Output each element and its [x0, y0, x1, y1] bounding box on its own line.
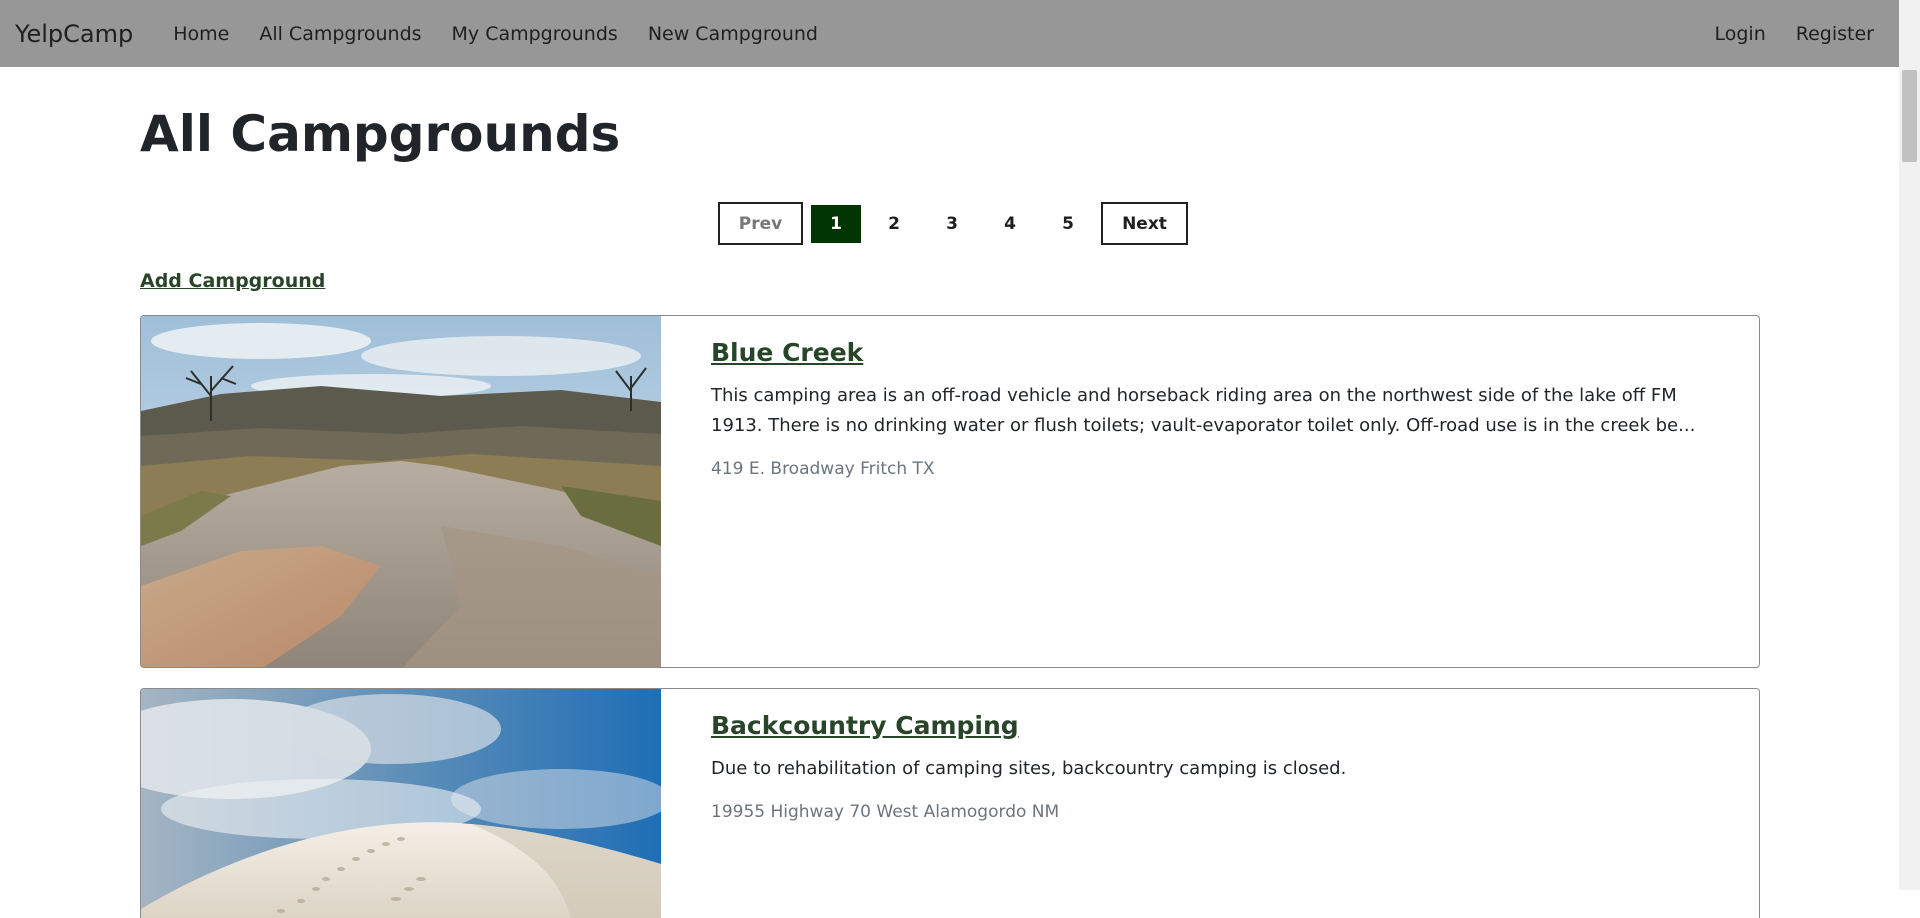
- page-title: All Campgrounds: [140, 105, 621, 163]
- main-content: All Campgrounds Prev 1 2 3 4 5 Next Add …: [140, 67, 1760, 918]
- add-campground-link[interactable]: Add Campground: [140, 270, 325, 292]
- campground-image-creek: [141, 316, 661, 667]
- nav-link-register[interactable]: Register: [1796, 23, 1874, 45]
- brand-logo[interactable]: YelpCamp: [15, 20, 133, 48]
- scrollbar-thumb[interactable]: [1902, 70, 1917, 162]
- pagination-page-2[interactable]: 2: [869, 204, 919, 243]
- campground-location: 19955 Highway 70 West Alamogordo NM: [711, 802, 1060, 822]
- nav-link-new-campground[interactable]: New Campground: [648, 23, 818, 45]
- campground-image-dune: [141, 689, 661, 918]
- campground-title-link[interactable]: Backcountry Camping: [711, 711, 1709, 740]
- campground-card-body: Backcountry Camping Due to rehabilitatio…: [661, 689, 1759, 918]
- campground-description: This camping area is an off-road vehicle…: [711, 385, 1696, 436]
- pagination-prev-button[interactable]: Prev: [718, 202, 803, 245]
- nav-link-all-campgrounds[interactable]: All Campgrounds: [259, 23, 421, 45]
- pagination: Prev 1 2 3 4 5 Next: [718, 202, 1188, 245]
- campground-location: 419 E. Broadway Fritch TX: [711, 459, 935, 479]
- campground-card: Backcountry Camping Due to rehabilitatio…: [140, 688, 1760, 918]
- top-navbar: YelpCamp Home All Campgrounds My Campgro…: [0, 0, 1899, 67]
- nav-link-home[interactable]: Home: [173, 23, 229, 45]
- campground-description: Due to rehabilitation of camping sites, …: [711, 758, 1347, 779]
- nav-link-login[interactable]: Login: [1715, 23, 1766, 45]
- nav-links: Home All Campgrounds My Campgrounds New …: [173, 23, 818, 45]
- nav-link-my-campgrounds[interactable]: My Campgrounds: [452, 23, 618, 45]
- pagination-page-1[interactable]: 1: [811, 204, 861, 243]
- page-scrollbar[interactable]: [1899, 0, 1920, 890]
- pagination-page-4[interactable]: 4: [985, 204, 1035, 243]
- pagination-page-5[interactable]: 5: [1043, 204, 1093, 243]
- campground-card-body: Blue Creek This camping area is an off-r…: [661, 316, 1759, 667]
- campground-title-link[interactable]: Blue Creek: [711, 338, 1709, 367]
- pagination-page-3[interactable]: 3: [927, 204, 977, 243]
- pagination-next-button[interactable]: Next: [1101, 202, 1188, 245]
- campground-card: Blue Creek This camping area is an off-r…: [140, 315, 1760, 668]
- nav-auth-links: Login Register: [1715, 23, 1900, 45]
